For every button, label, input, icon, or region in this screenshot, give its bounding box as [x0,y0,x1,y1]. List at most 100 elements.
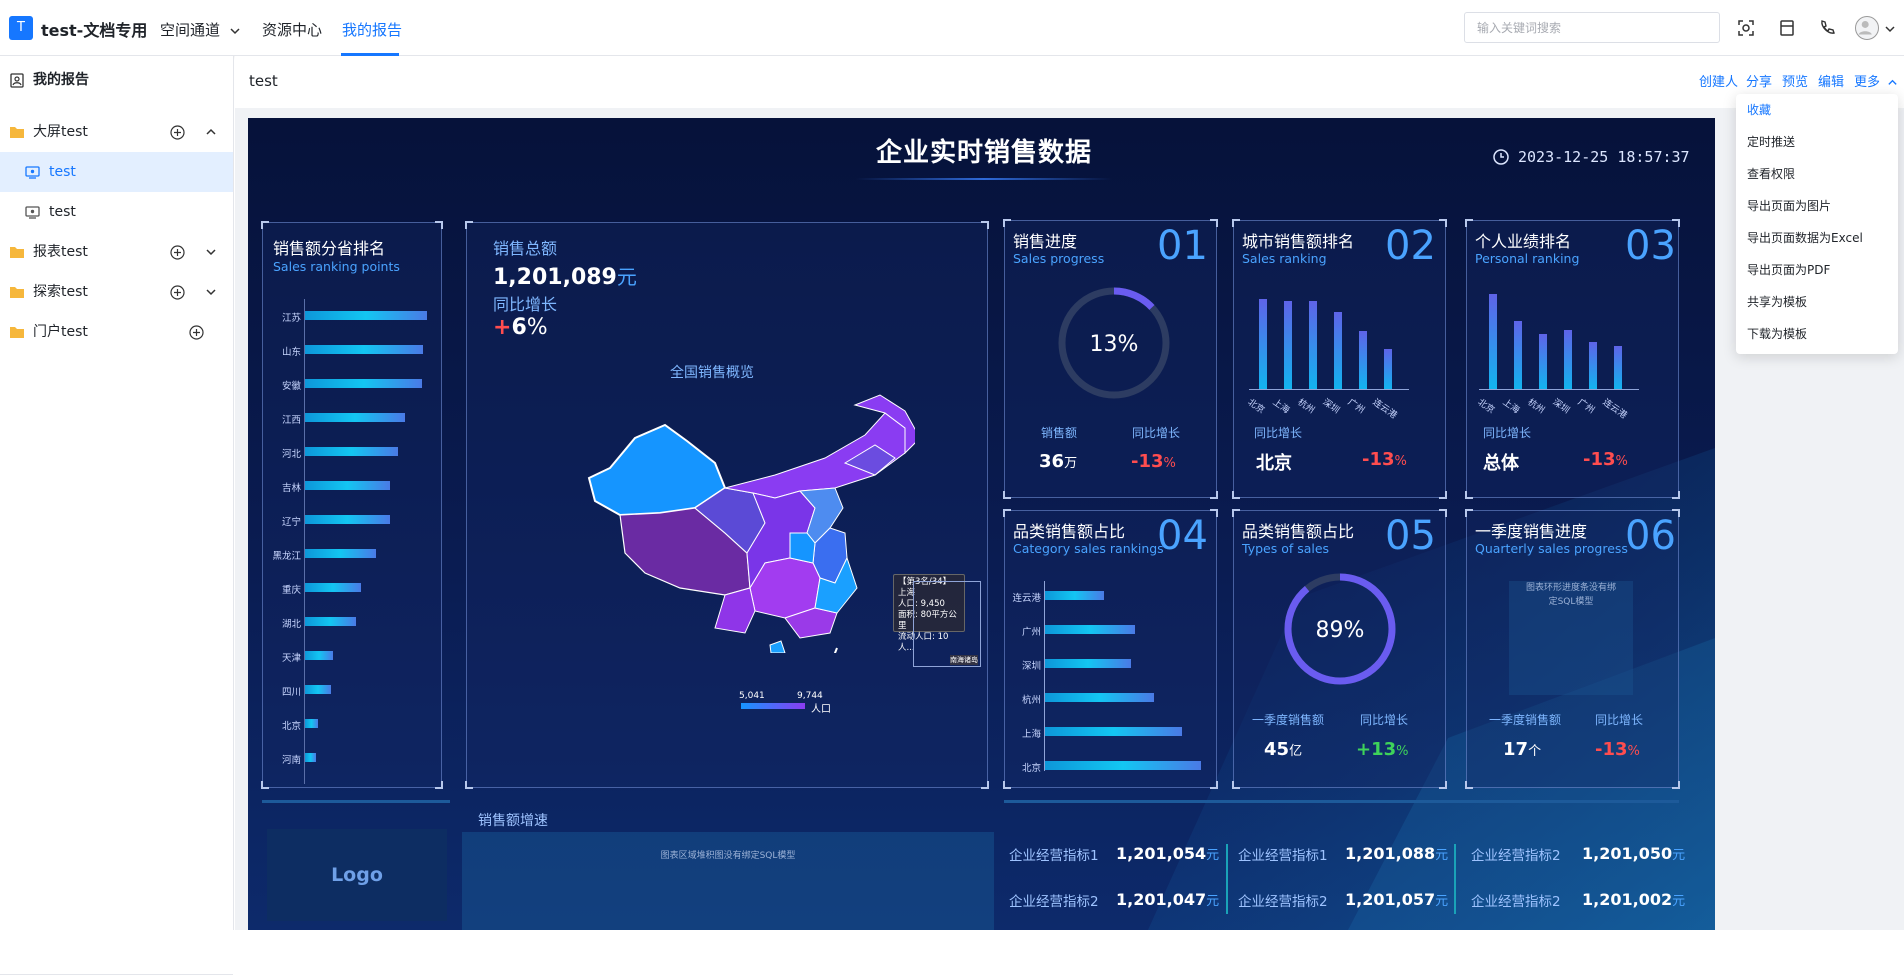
province-bar[interactable] [305,753,316,762]
sidebar-folder-report[interactable]: 报表test [0,232,233,272]
phone-icon[interactable] [1816,17,1838,39]
bar[interactable] [1614,346,1622,389]
card-index: 04 [1157,513,1208,559]
add-circle-icon[interactable] [189,325,204,340]
category-bar[interactable] [1045,659,1131,668]
growth-label: 同比增长 [1483,426,1532,440]
chevron-down-icon[interactable] [1884,23,1896,35]
preview-link[interactable]: 预览 [1782,71,1808,90]
share-link[interactable]: 分享 [1746,71,1772,90]
province-label: 江西 [281,415,301,426]
more-menu-button[interactable]: 更多 [1854,71,1898,90]
menu-item-scheduled-push[interactable]: 定时推送 [1747,133,1795,150]
chevron-down-icon[interactable] [205,286,217,298]
card-index: 06 [1625,513,1676,559]
province-bar[interactable] [305,481,391,490]
value-unit: 元 [1435,848,1449,863]
category-bar[interactable] [1045,625,1136,634]
china-map[interactable] [575,383,915,653]
menu-item-export-image[interactable]: 导出页面为图片 [1747,197,1831,214]
creator-link[interactable]: 创建人 [1699,71,1738,90]
province-bar[interactable] [305,413,406,422]
tick-label: 杭州 [1525,397,1547,416]
sidebar-folder-portal[interactable]: 门户test [0,312,233,352]
bar[interactable] [1384,348,1392,389]
edit-link[interactable]: 编辑 [1818,71,1844,90]
category-bar[interactable] [1045,727,1183,736]
card-title: 一季度销售进度 [1475,522,1588,541]
bar[interactable] [1359,330,1367,389]
sidebar-header-my-reports[interactable]: 我的报告 [0,60,233,100]
province-bar[interactable] [305,379,423,388]
indicator-label: 企业经营指标2 [1009,894,1099,910]
scan-icon[interactable] [1735,17,1757,39]
province-bar[interactable] [305,651,334,660]
chevron-down-icon[interactable] [205,246,217,258]
sidebar-folder-bigscreen[interactable]: 大屏test [0,112,233,152]
card-title: 销售进度 [1013,232,1078,251]
category-bar[interactable] [1045,591,1105,600]
sidebar-item-test-active[interactable]: test [0,152,233,192]
panel-corner [1465,781,1473,789]
panel-corner [1003,509,1011,517]
province-bar[interactable] [305,447,398,456]
menu-item-export-excel[interactable]: 导出页面数据为Excel [1747,229,1863,246]
x-axis [1249,389,1409,390]
province-bar[interactable] [305,617,357,626]
app-logo[interactable]: T [9,16,33,40]
card-subtitle: Sales ranking [1242,251,1327,266]
total-label: 销售总额 [493,239,558,258]
sidebar-folder-explore[interactable]: 探索test [0,272,233,312]
bar[interactable] [1259,299,1267,389]
legend-gradient[interactable] [741,703,805,709]
province-bar[interactable] [305,685,331,694]
growth-label: 同比增长 [1254,426,1303,440]
panel-corner [1232,781,1240,789]
panel-corner [1210,491,1218,499]
bar[interactable] [1334,311,1342,389]
bar[interactable] [1564,330,1572,389]
growth-number: 6 [511,315,527,340]
province-bar[interactable] [305,345,424,354]
chevron-up-icon[interactable] [205,126,217,138]
notebook-icon[interactable] [1776,17,1798,39]
app-title[interactable]: test-文档专用 [41,17,147,41]
category-bar[interactable] [1045,693,1155,702]
menu-item-download-template[interactable]: 下载为模板 [1747,325,1807,342]
bar[interactable] [1284,300,1292,389]
nav-space-channel[interactable]: 空间通道 [160,19,241,40]
add-circle-icon[interactable] [170,245,185,260]
menu-item-share-template[interactable]: 共享为模板 [1747,293,1807,310]
avatar[interactable] [1855,16,1879,40]
province-bar[interactable] [305,549,376,558]
bar[interactable] [1539,333,1547,389]
province-bar[interactable] [305,583,362,592]
panel-corner [465,781,473,789]
growth-label: 同比增长 [1595,713,1644,727]
province-bar[interactable] [305,311,427,320]
panel-corner [1465,219,1473,227]
indicator-label: 企业经营指标1 [1009,848,1099,864]
bar[interactable] [1514,320,1522,389]
province-bar[interactable] [305,719,319,728]
province-bar[interactable] [305,515,391,524]
category-bar[interactable] [1045,761,1201,770]
nav-my-reports[interactable]: 我的报告 [342,19,402,40]
total-number: 1,201,089 [493,265,617,290]
sidebar-item-test[interactable]: test [0,192,233,232]
menu-item-favorite[interactable]: 收藏 [1747,101,1771,118]
search-input[interactable] [1464,12,1720,43]
bar[interactable] [1309,300,1317,389]
menu-item-export-pdf[interactable]: 导出页面为PDF [1747,261,1830,278]
menu-item-view-permissions[interactable]: 查看权限 [1747,165,1795,182]
page-header: test 创建人 分享 预览 编辑 更多 [235,56,1904,108]
nav-resource-center[interactable]: 资源中心 [262,19,322,40]
indicator-label: 企业经营指标1 [1238,848,1328,864]
bar[interactable] [1489,294,1497,389]
add-circle-icon[interactable] [170,285,185,300]
panel-corner [1672,509,1680,517]
panel-corner [1672,781,1680,789]
value-number: 45 [1264,739,1290,760]
bar[interactable] [1589,341,1597,389]
add-circle-icon[interactable] [170,125,185,140]
